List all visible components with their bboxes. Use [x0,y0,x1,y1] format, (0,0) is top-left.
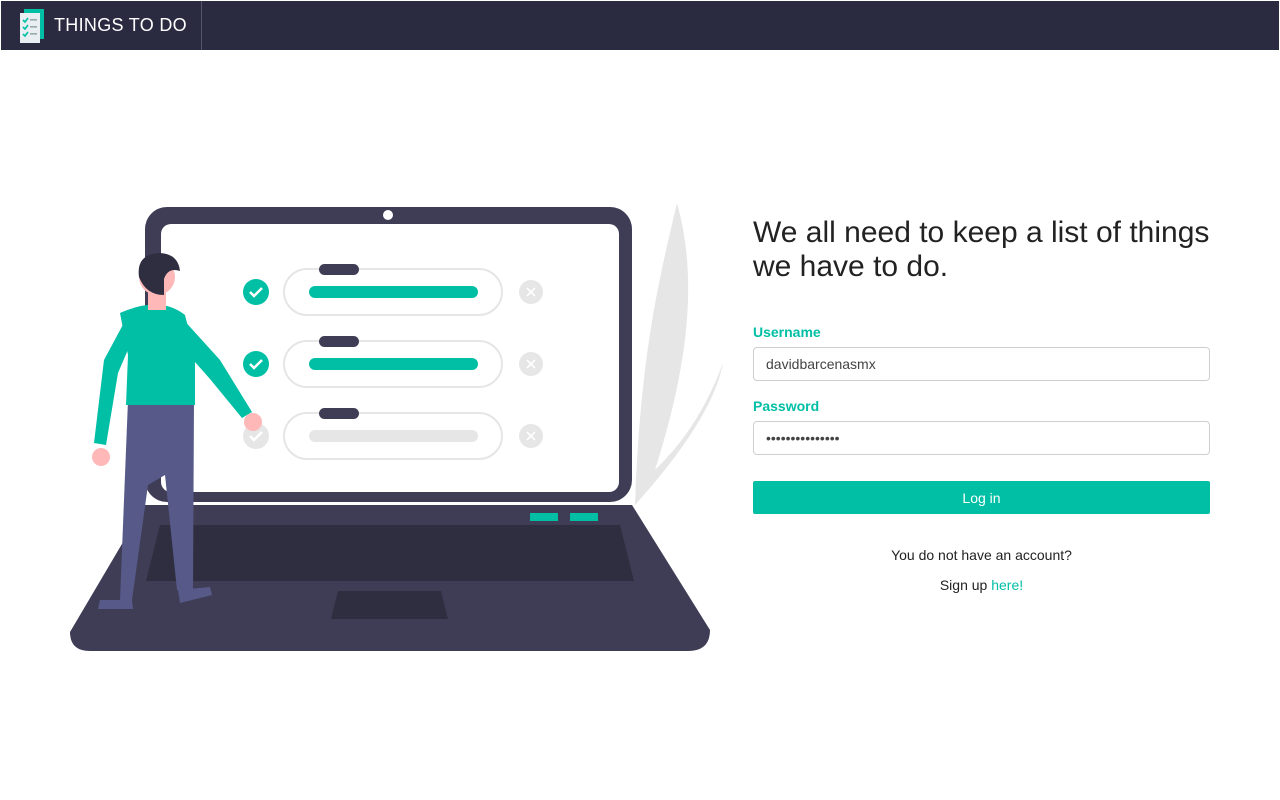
login-button[interactable]: Log in [753,481,1210,514]
brand-title: THINGS TO DO [54,15,187,35]
password-label: Password [753,398,820,414]
brand-home-link[interactable]: THINGS TO DO [1,1,202,50]
page-headline: We all need to keep a list of things we … [753,216,1210,283]
password-input[interactable] [753,421,1210,455]
top-navbar: THINGS TO DO [1,1,1279,50]
checklist-document-icon [20,8,44,43]
username-input[interactable] [753,347,1210,381]
signup-link[interactable]: here! [991,577,1023,593]
person-with-laptop-todo-list-illustration [70,203,723,651]
signup-line: Sign up here! [753,577,1210,593]
login-panel: We all need to keep a list of things we … [753,216,1210,593]
username-label: Username [753,324,821,340]
no-account-text: You do not have an account? [891,547,1072,563]
signup-prompt: Sign up [939,577,988,593]
